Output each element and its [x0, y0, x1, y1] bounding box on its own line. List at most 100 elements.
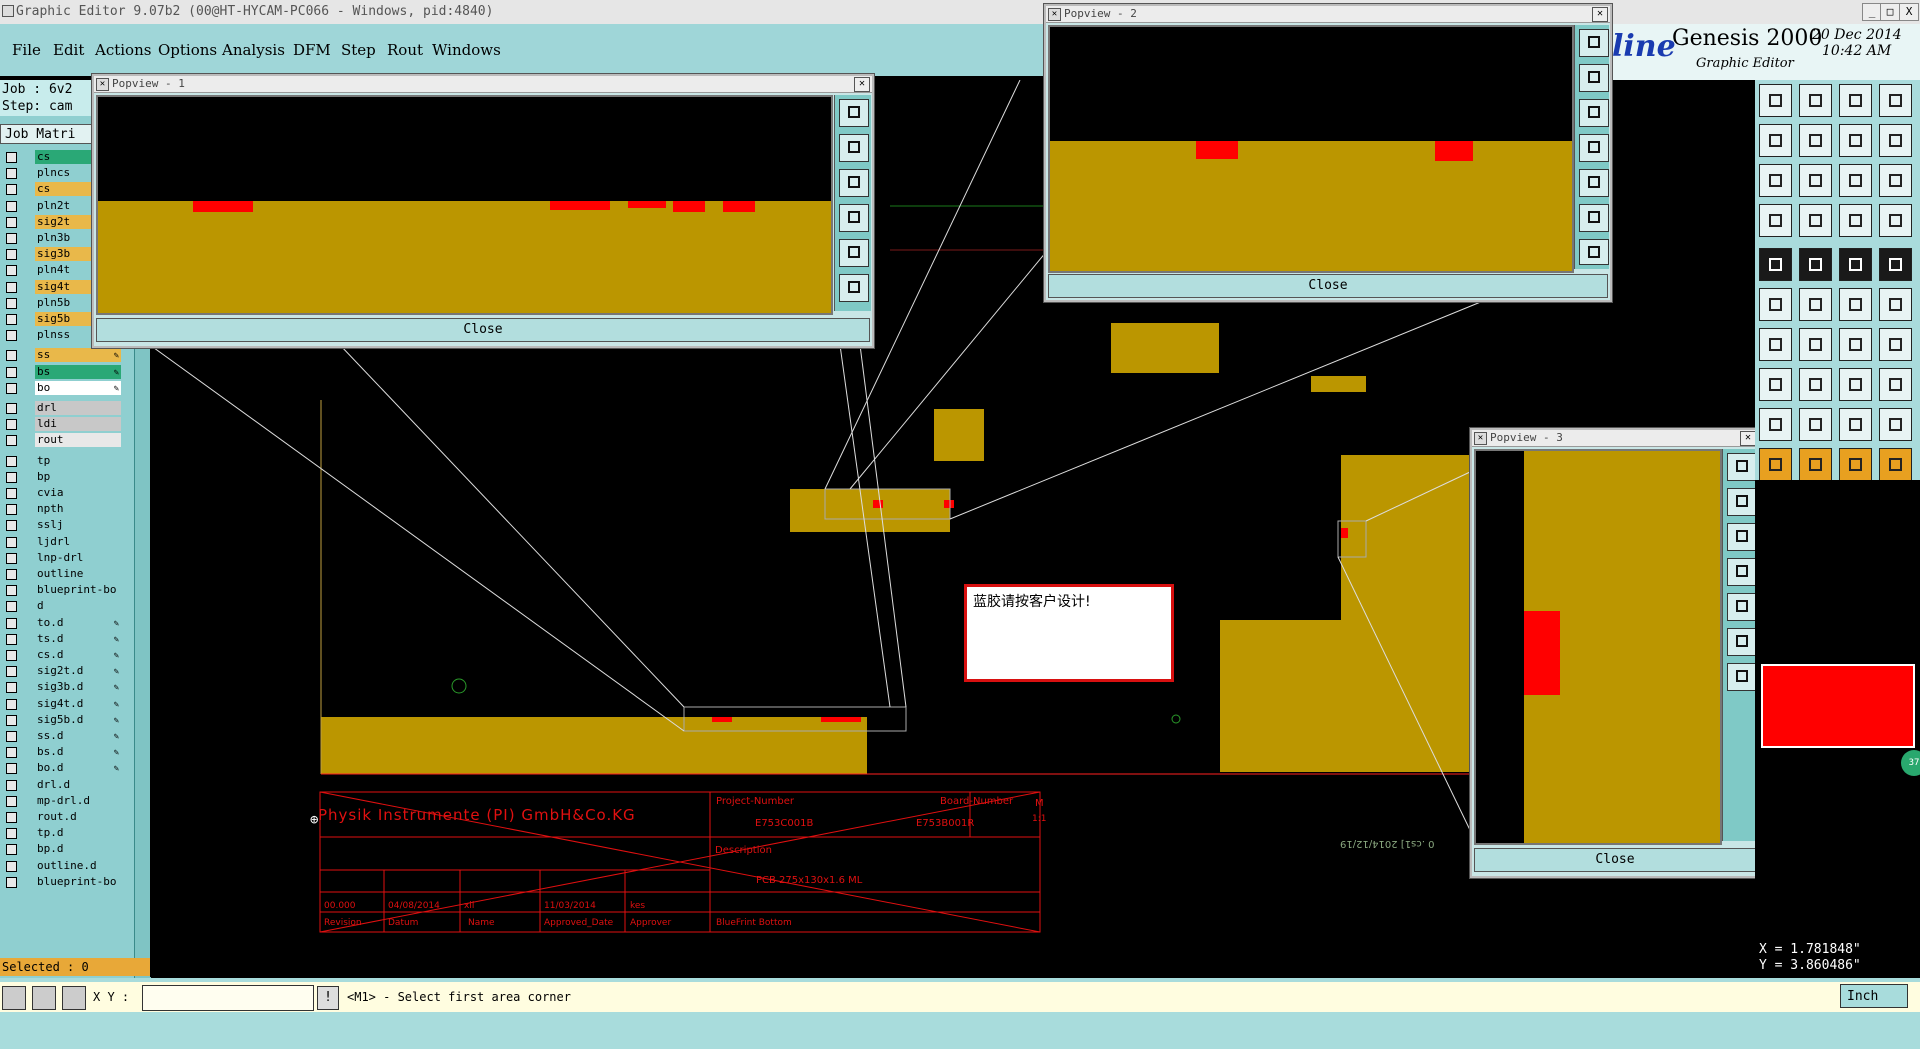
rotate-icon[interactable]	[1839, 328, 1872, 361]
preview-thumbnail[interactable]	[1761, 664, 1915, 748]
layer-checkbox[interactable]	[6, 435, 17, 447]
layer-checkbox[interactable]	[6, 265, 17, 277]
select-icon[interactable]	[1799, 448, 1832, 481]
popview-zoom-fit-icon[interactable]	[1579, 29, 1609, 57]
redo-icon[interactable]	[1879, 124, 1912, 157]
layer-row[interactable]: d	[0, 599, 121, 614]
menu-edit[interactable]: Edit	[53, 41, 84, 59]
job-matrix-button[interactable]: Job Matri	[0, 124, 92, 144]
layer-checkbox[interactable]	[6, 366, 17, 378]
layer-row[interactable]: lnp-drl	[0, 550, 121, 566]
popview-center-icon[interactable]	[839, 274, 869, 302]
layer-checkbox[interactable]	[6, 249, 17, 261]
popview-2-view[interactable]	[1048, 25, 1574, 273]
layer-checkbox[interactable]	[6, 168, 17, 180]
popview-1-close-icon[interactable]: ✕	[854, 77, 870, 92]
line-icon[interactable]	[1759, 328, 1792, 361]
arc-shape-icon[interactable]	[1839, 408, 1872, 441]
layer-checkbox[interactable]	[6, 795, 17, 807]
layer-row[interactable]: blueprint-bo	[0, 583, 121, 598]
pad-icon[interactable]	[1879, 248, 1912, 281]
layer-checkbox[interactable]	[6, 152, 17, 163]
layer-row[interactable]: bp	[0, 469, 121, 485]
layer-row[interactable]: outline	[0, 567, 121, 582]
layer-checkbox[interactable]	[6, 281, 17, 293]
menu-actions[interactable]: Actions	[95, 41, 151, 59]
popview-zoom-fit-icon[interactable]	[1727, 453, 1757, 481]
layer-checkbox[interactable]	[6, 382, 17, 394]
layer-checkbox[interactable]	[6, 314, 17, 325]
zoom-in-icon[interactable]	[1759, 84, 1792, 117]
popview-zoom-out-icon[interactable]	[1727, 523, 1757, 551]
layer-row[interactable]: cs.d ✎	[0, 648, 121, 663]
popview-1-close-button[interactable]: Close	[96, 318, 870, 342]
grid-icon[interactable]	[1799, 204, 1832, 237]
select-all-icon[interactable]	[1839, 448, 1872, 481]
layer-checkbox[interactable]	[6, 844, 17, 856]
popview-refresh-icon[interactable]	[1579, 239, 1609, 265]
layer-checkbox[interactable]	[6, 488, 17, 499]
menu-dfm[interactable]: DFM	[293, 41, 331, 59]
undo-icon[interactable]	[1839, 124, 1872, 157]
layer-row[interactable]: tp	[0, 453, 121, 469]
popview-1-titlebar[interactable]: ✕ Popview - 1 ✕	[94, 76, 872, 93]
layer-checkbox[interactable]	[6, 860, 17, 872]
popview-zoom-fit-icon[interactable]	[839, 99, 869, 127]
layer-checkbox[interactable]	[6, 617, 17, 629]
layer-row[interactable]: sig4t.d ✎	[0, 696, 121, 712]
layer-row[interactable]: ss.d ✎	[0, 729, 121, 744]
layer-row[interactable]: sig3b.d ✎	[0, 680, 121, 695]
popview-pan-icon[interactable]	[1727, 558, 1757, 586]
layer-checkbox[interactable]	[6, 747, 17, 759]
layer-checkbox[interactable]	[6, 585, 17, 597]
popview-menu-icon[interactable]: ✕	[96, 78, 109, 91]
snap-icon[interactable]	[32, 986, 56, 1010]
menu-rout[interactable]: Rout	[387, 41, 423, 59]
zoom-home-icon[interactable]	[1839, 84, 1872, 117]
popview-3-view[interactable]	[1474, 449, 1722, 845]
layer-row[interactable]: bo.d ✎	[0, 761, 121, 776]
menu-step[interactable]: Step	[341, 41, 376, 59]
popview-2-close-icon[interactable]: ✕	[1592, 7, 1608, 22]
popview-3-close-button[interactable]: Close	[1474, 848, 1756, 872]
layer-row[interactable]: mp-drl.d	[0, 793, 121, 809]
zoom-out-icon[interactable]	[1799, 84, 1832, 117]
layer-row[interactable]: tp.d	[0, 826, 121, 841]
shape-icon[interactable]	[1799, 408, 1832, 441]
popview-menu-icon[interactable]: ✕	[1474, 432, 1487, 445]
pan-right-icon[interactable]	[1799, 124, 1832, 157]
layer-row[interactable]: bo ✎	[0, 380, 121, 396]
popview-3-close-icon[interactable]: ✕	[1740, 431, 1756, 446]
layer-row[interactable]: drl	[0, 401, 121, 416]
add-pad-icon[interactable]	[1759, 368, 1792, 401]
zoom-window-icon[interactable]	[1879, 84, 1912, 117]
select-mode-icon[interactable]	[2, 986, 26, 1010]
layer-checkbox[interactable]	[6, 184, 17, 196]
layer-row[interactable]: npth	[0, 502, 121, 517]
popview-refresh-icon[interactable]	[1727, 663, 1757, 691]
layer-checkbox[interactable]	[6, 812, 17, 823]
layer-row[interactable]: sig2t.d ✎	[0, 664, 121, 679]
popview-home-icon[interactable]	[839, 239, 869, 267]
popview-3-titlebar[interactable]: ✕ Popview - 3 ✕	[1472, 430, 1758, 447]
layer-checkbox[interactable]	[6, 471, 17, 483]
route-icon[interactable]	[1839, 204, 1872, 237]
layer-checkbox[interactable]	[6, 216, 17, 228]
layer-row[interactable]: drl.d	[0, 777, 121, 793]
xy-input[interactable]	[142, 985, 314, 1011]
pointer-icon[interactable]	[1759, 448, 1792, 481]
layer-checkbox[interactable]	[6, 350, 17, 362]
close-window-button[interactable]: X	[1899, 3, 1919, 21]
popview-home-icon[interactable]	[1727, 593, 1757, 621]
layer-checkbox[interactable]	[6, 330, 17, 342]
layer-checkbox[interactable]	[6, 200, 17, 212]
layer-row[interactable]: ldi	[0, 417, 121, 432]
popview-center-icon[interactable]	[1727, 628, 1757, 656]
layer-checkbox[interactable]	[6, 731, 17, 742]
text-icon[interactable]	[1879, 328, 1912, 361]
layer-row[interactable]: ljdrl	[0, 534, 121, 550]
fit-icon[interactable]	[1759, 164, 1792, 197]
layer-row[interactable]: ss ✎	[0, 348, 121, 363]
popview-menu-icon[interactable]: ✕	[1048, 8, 1061, 21]
layer-row[interactable]: to.d ✎	[0, 615, 121, 631]
